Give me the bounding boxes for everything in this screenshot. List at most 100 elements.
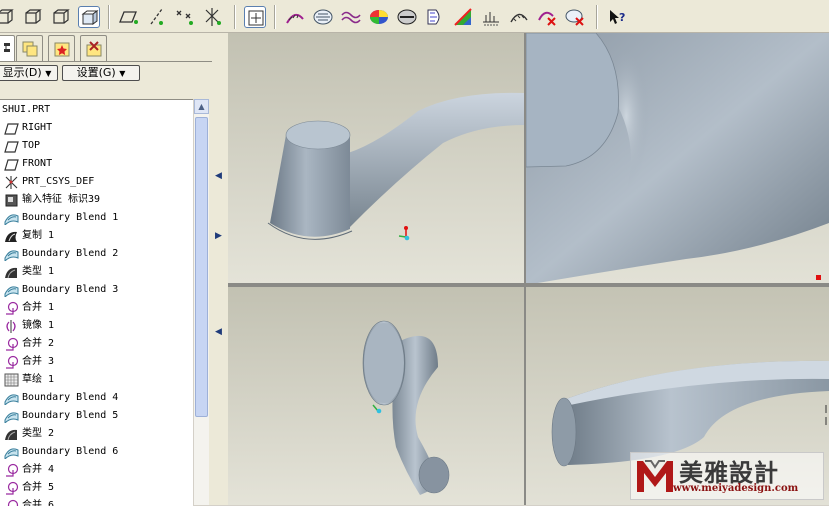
boundary-blend-icon (4, 409, 19, 423)
model-tree-tab-icon (0, 39, 12, 59)
tree-item[interactable]: Boundary Blend 6 (0, 443, 193, 461)
chevron-down-icon: ▼ (119, 69, 125, 78)
scroll-up-button[interactable]: ▲ (194, 99, 209, 114)
chevron-down-icon: ▼ (45, 69, 51, 78)
tree-item-label: Boundary Blend 1 (22, 209, 118, 227)
display-dropdown[interactable]: 显示(D) ▼ (0, 65, 58, 81)
tree-item-label: 合并 5 (22, 479, 54, 497)
tree-item-label: 合并 2 (22, 335, 54, 353)
tree-item-label: 复制 1 (22, 227, 54, 245)
tree-item[interactable]: SHUI.PRT (0, 101, 193, 119)
merge-icon (4, 463, 19, 477)
reflection-icon[interactable] (368, 6, 390, 28)
tree-item-label: RIGHT (22, 119, 52, 137)
collapse-left-icon[interactable]: ◀ (215, 327, 222, 337)
toolbar-separator (596, 5, 598, 29)
tree-item[interactable]: 合并 4 (0, 461, 193, 479)
tree-item[interactable]: TOP (0, 137, 193, 155)
csys-toggle-icon[interactable] (202, 6, 224, 28)
tree-item-label: Boundary Blend 4 (22, 389, 118, 407)
coordinate-system-icon (4, 175, 19, 189)
watermark-url: www.meiyadesign.com (673, 483, 798, 494)
offset-icon[interactable] (508, 6, 530, 28)
type-surface-icon (4, 427, 19, 441)
scroll-thumb[interactable] (195, 117, 208, 417)
mirror-icon (4, 319, 19, 333)
import-feature-icon (4, 193, 19, 207)
tree-item-label: Boundary Blend 5 (22, 407, 118, 425)
datum-plane-icon (4, 121, 19, 135)
hide-analysis-icon[interactable] (564, 6, 586, 28)
tree-item-label: 草绘 1 (22, 371, 54, 389)
no-hidden-icon[interactable] (22, 6, 44, 28)
draft-check-icon[interactable] (396, 6, 418, 28)
model-tree-tab[interactable] (0, 35, 15, 61)
context-help-icon[interactable]: ? (606, 6, 628, 28)
tree-item[interactable]: RIGHT (0, 119, 193, 137)
navigator-tools-tab[interactable] (80, 35, 107, 61)
tree-item[interactable]: 复制 1 (0, 227, 193, 245)
shaded-curvature-icon[interactable] (424, 6, 446, 28)
tree-item[interactable]: 镜像 1 (0, 317, 193, 335)
tree-item[interactable]: 合并 1 (0, 299, 193, 317)
layer-tree-tab[interactable] (16, 35, 43, 61)
curvature-icon[interactable] (284, 6, 306, 28)
tree-item[interactable]: 合并 5 (0, 479, 193, 497)
boundary-blend-icon (4, 391, 19, 405)
tree-item[interactable]: 合并 3 (0, 353, 193, 371)
tree-item[interactable]: PRT_CSYS_DEF (0, 173, 193, 191)
settings-dropdown-label: 设置(G) (77, 66, 116, 79)
datum-point-toggle-icon[interactable] (174, 6, 196, 28)
model-tree-scrollbar[interactable]: ▲ (193, 99, 209, 505)
hidden-line-icon[interactable] (0, 6, 16, 28)
main-toolbar: ? (0, 0, 829, 33)
shading-icon[interactable] (50, 6, 72, 28)
svg-text:?: ? (619, 11, 625, 24)
toolbar-separator (108, 5, 110, 29)
shading-active-icon[interactable] (78, 6, 100, 28)
tree-item[interactable]: 类型 2 (0, 425, 193, 443)
favorites-tab-icon (52, 39, 72, 59)
settings-dropdown[interactable]: 设置(G) ▼ (62, 65, 140, 81)
merge-icon (4, 355, 19, 369)
repaint-icon[interactable] (244, 6, 266, 28)
navigator-panel: 显示(D) ▼ 设置(G) ▼ SHUI.PRTRIGHTTOPFRONTPRT… (0, 33, 212, 505)
toolbar-separator (234, 5, 236, 29)
merge-icon (4, 337, 19, 351)
tree-item-label: 类型 1 (22, 263, 54, 281)
tree-item[interactable]: 输入特征 标识39 (0, 191, 193, 209)
favorites-tab[interactable] (48, 35, 75, 61)
boundary-blend-icon (4, 247, 19, 261)
dihedral-icon[interactable] (480, 6, 502, 28)
tree-item-label: 合并 3 (22, 353, 54, 371)
tree-item[interactable]: 合并 2 (0, 335, 193, 353)
tree-item-label: Boundary Blend 6 (22, 443, 118, 461)
viewport-bottom-left[interactable] (228, 287, 524, 505)
panel-sash[interactable]: ◀ ▶ ◀ (212, 33, 228, 505)
display-dropdown-label: 显示(D) (3, 66, 42, 79)
section-icon[interactable] (312, 6, 334, 28)
tree-item-label: SHUI.PRT (2, 101, 50, 119)
slope-icon[interactable] (452, 6, 474, 28)
delete-analysis-icon[interactable] (536, 6, 558, 28)
collapse-left-icon[interactable]: ◀ (215, 171, 222, 181)
viewport-top-right[interactable] (526, 33, 829, 283)
model-tree: SHUI.PRTRIGHTTOPFRONTPRT_CSYS_DEF输入特征 标识… (0, 99, 193, 506)
tree-item[interactable]: Boundary Blend 4 (0, 389, 193, 407)
tree-item[interactable]: 草绘 1 (0, 371, 193, 389)
copy-icon (4, 229, 19, 243)
tree-item[interactable]: Boundary Blend 5 (0, 407, 193, 425)
datum-axis-toggle-icon[interactable] (146, 6, 168, 28)
tree-item[interactable]: Boundary Blend 1 (0, 209, 193, 227)
tree-item[interactable]: Boundary Blend 2 (0, 245, 193, 263)
graphics-area[interactable] (228, 33, 829, 505)
deviation-icon[interactable] (340, 6, 362, 28)
tree-item[interactable]: 类型 1 (0, 263, 193, 281)
datum-plane-toggle-icon[interactable] (118, 6, 140, 28)
boundary-blend-icon (4, 283, 19, 297)
tree-item-label: PRT_CSYS_DEF (22, 173, 94, 191)
tree-item[interactable]: Boundary Blend 3 (0, 281, 193, 299)
viewport-top-left[interactable] (228, 33, 524, 283)
expand-right-icon[interactable]: ▶ (215, 231, 222, 241)
tree-item[interactable]: FRONT (0, 155, 193, 173)
